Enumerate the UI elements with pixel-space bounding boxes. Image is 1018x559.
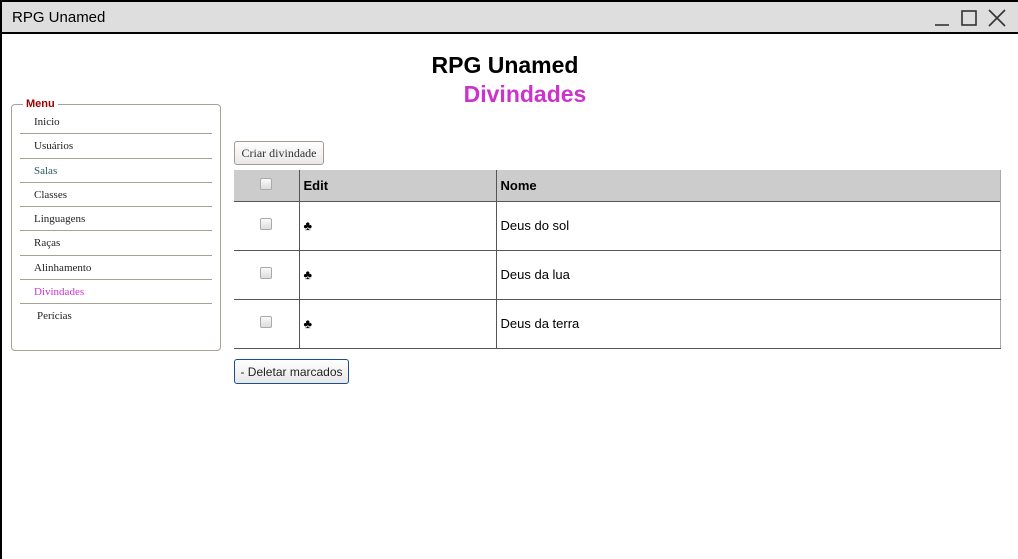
maximize-icon[interactable]	[959, 8, 979, 28]
row-nome: Deus da lua	[496, 249, 1001, 300]
divinities-table: Edit Nome ♣ Deus do sol ♣ Deus da lua ♣ …	[234, 170, 1001, 349]
edit-icon[interactable]: ♣	[299, 200, 497, 251]
row-checkbox[interactable]	[260, 267, 273, 279]
table-row: ♣ Deus do sol	[234, 200, 1001, 251]
minimize-icon[interactable]	[932, 8, 952, 28]
row-nome: Deus do sol	[496, 200, 1001, 251]
menu-item-usuarios[interactable]: Usuários	[20, 134, 212, 159]
delete-selected-button[interactable]: - Deletar marcados	[234, 359, 349, 384]
table-row: ♣ Deus da lua	[234, 249, 1001, 300]
menu: Menu Inicio Usuários Salas Classes Lingu…	[11, 98, 221, 351]
table-row: ♣ Deus da terra	[234, 298, 1001, 349]
header-nome: Nome	[496, 170, 1001, 201]
create-divinity-button[interactable]: Criar divindade	[234, 141, 324, 165]
menu-item-pericias[interactable]: Perícias	[20, 304, 212, 328]
page-title: RPG Unamed	[431, 52, 579, 78]
title-bar: RPG Unamed	[2, 2, 1018, 34]
app-window: RPG Unamed RPG Unamed Divindades Menu In…	[0, 0, 1018, 559]
close-icon[interactable]	[987, 8, 1007, 28]
menu-item-racas[interactable]: Raças	[20, 231, 212, 256]
header-edit: Edit	[299, 170, 497, 201]
menu-legend: Menu	[26, 98, 55, 110]
edit-icon[interactable]: ♣	[299, 298, 497, 349]
row-checkbox[interactable]	[260, 218, 273, 230]
row-checkbox[interactable]	[260, 316, 273, 328]
menu-item-alinhamento[interactable]: Alinhamento	[20, 256, 212, 281]
menu-item-linguagens[interactable]: Linguagens	[20, 207, 212, 232]
window-title: RPG Unamed	[12, 9, 106, 26]
select-all-checkbox[interactable]	[260, 177, 273, 190]
row-nome: Deus da terra	[496, 298, 1001, 349]
table-header: Edit Nome	[234, 170, 1001, 201]
menu-item-divindades[interactable]: Divindades	[20, 280, 212, 305]
menu-item-inicio[interactable]: Inicio	[20, 110, 212, 135]
menu-item-salas[interactable]: Salas	[20, 159, 212, 183]
menu-item-classes[interactable]: Classes	[20, 183, 212, 208]
edit-icon[interactable]: ♣	[299, 249, 497, 300]
